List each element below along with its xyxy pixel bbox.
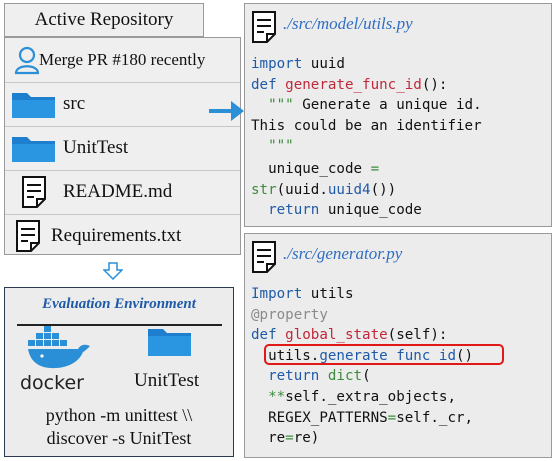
readme-label: README.md <box>63 181 173 202</box>
code-line: """ <box>268 138 294 155</box>
code-panel-utils: ./src/model/utils.py import uuid def gen… <box>244 3 552 227</box>
evaluation-title: Evaluation Environment <box>42 296 196 312</box>
code-panel-path: ./src/model/utils.py <box>283 14 413 33</box>
code-line: import uuid <box>251 56 345 72</box>
repository-tab-label: Active Repository <box>34 9 174 30</box>
code-line: def global_state(self): <box>251 327 448 344</box>
code-line: @property <box>251 306 328 323</box>
src-label: src <box>63 93 86 114</box>
code-line: This could be an identifier <box>251 117 482 134</box>
down-arrow-icon <box>103 262 123 280</box>
right-arrow-icon <box>209 101 244 121</box>
folder-icon <box>148 329 191 356</box>
document-icon <box>5 175 63 209</box>
repository-panel: Merge PR #180 recently src UnitTest READ… <box>4 37 241 255</box>
docker-label: docker <box>20 372 84 394</box>
test-command-line-1: python -m unittest \\ <box>45 405 193 425</box>
highlighted-call <box>264 344 504 365</box>
code-line: **self._extra_objects, <box>268 389 457 405</box>
code-line: def generate_func_id(): <box>251 76 448 93</box>
folder-icon <box>5 132 63 164</box>
code-line: unique_code = <box>251 161 380 177</box>
test-command-line-2: discover -s UnitTest <box>46 428 192 448</box>
repo-item-readme[interactable]: README.md <box>5 170 240 215</box>
unittest-label: UnitTest <box>63 137 129 158</box>
commit-label: Merge PR #180 recently <box>39 50 206 69</box>
code-line: return dict( <box>268 368 371 385</box>
eval-unittest-label: UnitTest <box>134 370 200 391</box>
document-icon <box>252 241 276 273</box>
requirements-label: Requirements.txt <box>51 225 182 246</box>
code-line: REGEX_PATTERNS=self._cr, <box>251 409 474 426</box>
code-line: """ Generate a unique id. <box>268 97 482 114</box>
repo-item-unittest[interactable]: UnitTest <box>5 126 240 171</box>
repo-item-requirements[interactable]: Requirements.txt <box>5 214 240 258</box>
folder-icon <box>5 88 63 120</box>
code-line: re=re) <box>251 430 320 447</box>
test-command: python -m unittest \\ discover -s UnitTe… <box>0 404 238 450</box>
repo-item-src[interactable]: src <box>5 82 240 127</box>
repo-item-commit[interactable]: Merge PR #180 recently <box>5 38 240 83</box>
code-line: return unique_code <box>268 202 422 219</box>
document-icon <box>5 219 51 253</box>
code-line: str(uuid.uuid4()) <box>251 181 397 198</box>
docker-whale-icon <box>28 326 90 369</box>
document-icon <box>252 11 276 43</box>
code-line: Import utils <box>251 286 354 302</box>
repository-tab[interactable]: Active Repository <box>4 3 204 37</box>
code-panel-path: ./src/generator.py <box>283 244 403 263</box>
